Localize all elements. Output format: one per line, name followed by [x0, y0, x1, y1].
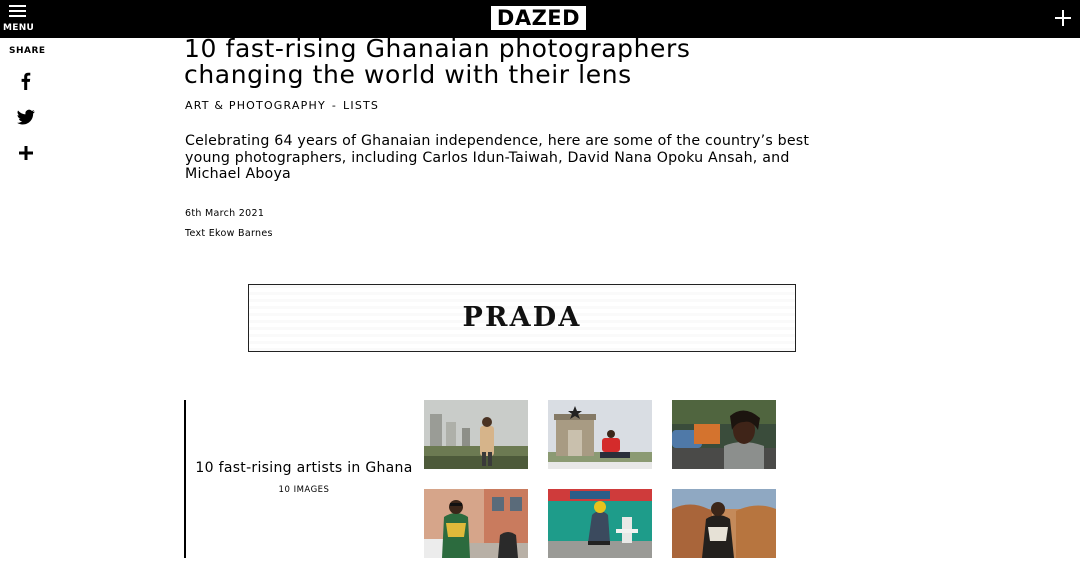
top-navigation-bar: MENU DAZED — [0, 0, 1080, 38]
gallery-thumbnail-5[interactable] — [548, 489, 652, 558]
image-gallery: 10 fast-rising artists in Ghana 10 IMAGE… — [184, 400, 796, 558]
gallery-image-count: 10 IMAGES — [278, 485, 330, 495]
menu-button[interactable]: MENU — [3, 3, 35, 35]
twitter-icon[interactable] — [17, 108, 35, 126]
category-link[interactable]: ART & PHOTOGRAPHY — [185, 99, 326, 112]
gallery-thumbnail-1[interactable] — [424, 400, 528, 469]
more-share-plus-icon[interactable] — [17, 144, 35, 162]
advertisement-banner[interactable]: PRADA — [248, 284, 796, 352]
author-link[interactable]: Ekow Barnes — [209, 228, 273, 239]
ad-brand-logo: PRADA — [462, 302, 582, 333]
dazed-logo[interactable]: DAZED — [491, 6, 586, 30]
article-title: 10 fast-rising Ghanaian photographers ch… — [184, 34, 691, 89]
type-link[interactable]: LISTS — [343, 99, 379, 112]
article-byline: Text Ekow Barnes — [185, 228, 273, 239]
hamburger-icon — [9, 5, 26, 18]
byline-prefix: Text — [185, 228, 206, 239]
menu-label: MENU — [3, 23, 35, 33]
gallery-thumbnail-4[interactable] — [424, 489, 528, 558]
article-standfirst: Celebrating 64 years of Ghanaian indepen… — [185, 133, 810, 183]
article-categories: ART & PHOTOGRAPHY - LISTS — [185, 99, 379, 112]
share-label: SHARE — [9, 46, 46, 56]
plus-icon[interactable] — [1055, 10, 1071, 26]
gallery-thumbnail-3[interactable] — [672, 400, 776, 469]
gallery-thumbnail-6[interactable] — [672, 489, 776, 558]
category-separator: - — [331, 99, 338, 112]
article-date: 6th March 2021 — [185, 208, 265, 219]
gallery-title[interactable]: 10 fast-rising artists in Ghana — [194, 460, 414, 476]
facebook-icon[interactable] — [17, 72, 35, 90]
gallery-thumbnail-2[interactable] — [548, 400, 652, 469]
